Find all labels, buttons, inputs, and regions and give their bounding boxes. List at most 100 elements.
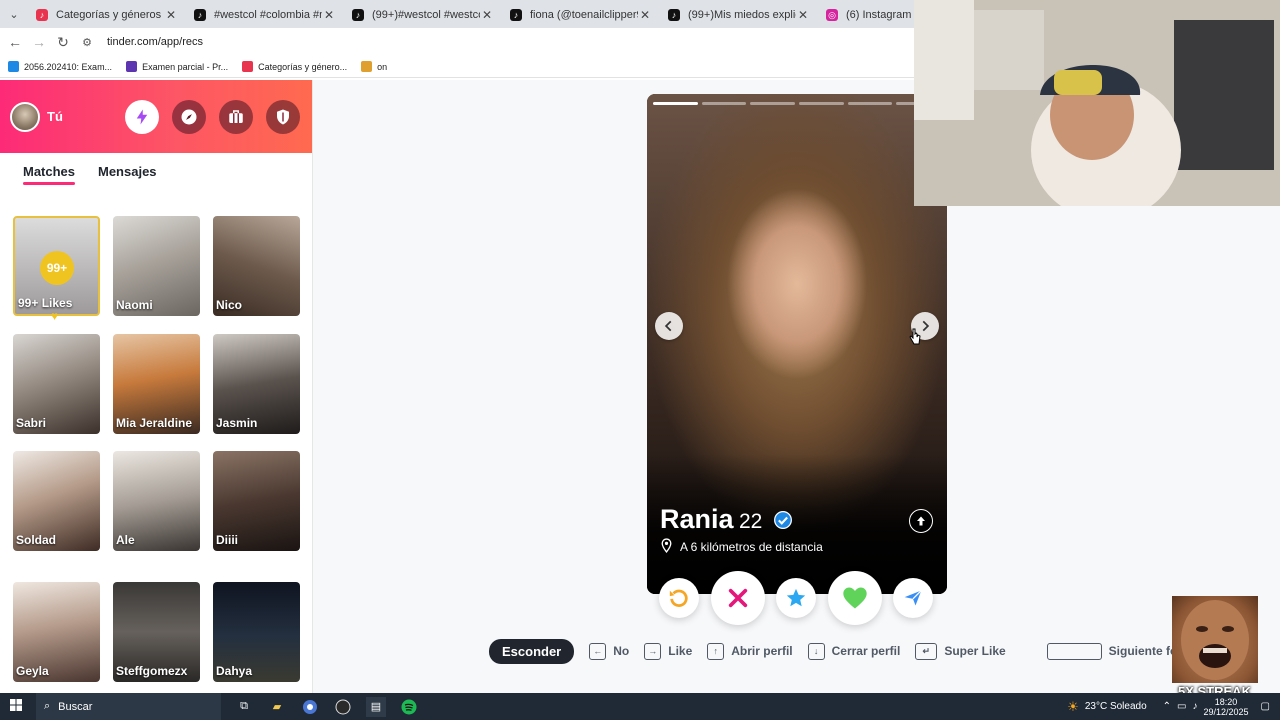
browser-tab[interactable]: ♪ Categorías y géneros musicales ✕ <box>28 2 186 28</box>
shortcut-label: Abrir perfil <box>731 644 793 658</box>
send-button[interactable] <box>893 578 933 618</box>
tiktok-icon: ♪ <box>36 9 48 21</box>
user-label[interactable]: Tú <box>47 109 63 124</box>
forward-arrow-icon[interactable]: → <box>27 34 51 50</box>
bookmark-item[interactable]: Categorías y género... <box>242 61 347 72</box>
verified-icon <box>774 511 792 529</box>
star-icon <box>786 588 806 607</box>
close-tab-icon[interactable]: ✕ <box>638 8 652 22</box>
open-profile-button[interactable] <box>909 509 933 533</box>
sidebar-tabs: Matches Mensajes <box>0 164 313 185</box>
match-name: Mia Jeraldine <box>116 416 193 430</box>
nope-button[interactable] <box>711 571 765 625</box>
arrow-right-key-icon: → <box>644 642 662 660</box>
volume-icon[interactable]: ♪ <box>1193 701 1198 712</box>
bookmark-item[interactable]: Examen parcial - Pr... <box>126 61 228 72</box>
match-card[interactable]: Dahya <box>213 582 300 682</box>
rewind-button[interactable] <box>659 578 699 618</box>
browser-tab[interactable]: ♪ (99+)#westcol #westcoltiktoke ✕ <box>344 2 502 28</box>
like-button[interactable] <box>828 571 882 625</box>
avatar[interactable] <box>10 101 40 132</box>
previous-photo-button[interactable] <box>655 312 683 340</box>
windows-start-icon[interactable] <box>10 699 22 714</box>
browser-tab[interactable]: ♪ #westcol #colombia #ness | Tik ✕ <box>186 2 344 28</box>
browser-tab[interactable]: ♪ (99+)Mis miedos explicados a ✕ <box>660 2 818 28</box>
spacebar-key-icon <box>1046 642 1102 660</box>
match-card[interactable]: Ale <box>113 451 200 551</box>
arrow-up-icon <box>917 516 925 526</box>
taskbar-search-label: Buscar <box>58 700 93 713</box>
photo-indicator[interactable] <box>847 102 893 105</box>
profile-distance: A 6 kilómetros de distancia <box>680 540 823 554</box>
close-tab-icon[interactable]: ✕ <box>322 8 336 22</box>
chrome-icon[interactable] <box>300 697 320 717</box>
boost-button[interactable] <box>125 100 159 134</box>
match-card[interactable]: Nico <box>213 216 300 316</box>
match-card[interactable]: Jasmin <box>213 334 300 434</box>
close-tab-icon[interactable]: ✕ <box>164 8 178 22</box>
notifications-icon[interactable]: ▢ <box>1261 701 1270 712</box>
match-card[interactable]: Naomi <box>113 216 200 316</box>
tiktok-icon: ♪ <box>352 9 364 21</box>
work-button[interactable] <box>219 100 253 134</box>
shortcut-open-profile: ↑ Abrir perfil <box>707 642 793 660</box>
sidebar-header: Tú <box>0 80 312 153</box>
safety-button[interactable] <box>266 100 300 134</box>
profile-card[interactable]: Rania 22 A 6 kilómetros de distancia <box>647 94 947 594</box>
match-card[interactable]: Sabri <box>13 334 100 434</box>
tab-title: (99+)Mis miedos explicados a <box>688 9 796 21</box>
photo-indicator[interactable] <box>799 102 844 105</box>
face-image <box>1181 600 1249 680</box>
close-tab-icon[interactable]: ✕ <box>796 8 810 22</box>
match-name: Nico <box>216 298 243 312</box>
bookmark-label: Examen parcial - Pr... <box>142 61 229 72</box>
obs-icon[interactable] <box>333 697 353 717</box>
match-name: Soldad <box>16 533 57 547</box>
weather-text[interactable]: 23°C Soleado <box>1085 701 1147 712</box>
reload-icon[interactable]: ↻ <box>51 34 75 51</box>
bookmark-icon <box>242 61 254 72</box>
bookmark-item[interactable]: on <box>361 61 387 72</box>
clock-date: 29/12/2025 <box>1203 706 1249 717</box>
match-name: Jasmin <box>216 416 258 430</box>
photo-indicator[interactable] <box>653 102 698 105</box>
match-card[interactable]: Diiii <box>213 451 300 551</box>
shortcut-label: Cerrar perfil <box>831 644 901 658</box>
spotify-icon[interactable] <box>399 697 419 717</box>
match-card[interactable]: Geyla <box>13 582 100 682</box>
tab-title: Categorías y géneros musicales <box>56 9 164 21</box>
photo-indicator[interactable] <box>701 102 747 105</box>
file-explorer-icon[interactable]: ▰ <box>267 697 287 717</box>
chevron-up-icon[interactable]: ⌃ <box>1163 701 1171 712</box>
match-name: Geyla <box>16 664 49 678</box>
match-card[interactable]: Soldad <box>13 451 100 551</box>
arrow-down-key-icon: ↓ <box>807 642 825 660</box>
likes-card[interactable]: 99+ 99+ Likes <box>13 216 100 316</box>
close-tab-icon[interactable]: ✕ <box>480 8 494 22</box>
match-card[interactable]: Mia Jeraldine <box>113 334 200 434</box>
clock[interactable]: 18:20 29/12/2025 <box>1204 697 1249 717</box>
bookmark-item[interactable]: 2056.202410: Exam... <box>8 61 112 72</box>
shortcut-close-profile: ↓ Cerrar perfil <box>807 642 901 660</box>
network-icon[interactable]: ▭ <box>1177 701 1186 712</box>
photo-indicator[interactable] <box>750 102 796 105</box>
task-view-icon[interactable]: ⧉ <box>234 697 254 717</box>
browser-tab[interactable]: ♪ fiona (@toenailclipper9696) | T ✕ <box>502 2 660 28</box>
briefcase-icon <box>229 110 243 123</box>
instagram-icon: ◎ <box>826 9 838 21</box>
system-tray: ☀ 23°C Soleado ⌃ ▭ ♪ 18:20 29/12/2025 ▢ <box>1067 693 1280 720</box>
hide-button[interactable]: Esconder <box>489 638 575 664</box>
heart-icon <box>843 587 867 609</box>
tab-list-dropdown-icon[interactable]: ⌄ <box>0 0 28 28</box>
tab-messages[interactable]: Mensajes <box>98 164 157 179</box>
tab-matches[interactable]: Matches <box>23 164 76 185</box>
taskbar: ⌕ Buscar ⧉ ▰ ▤ ☀ 23°C Soleado ⌃ ▭ ♪ 18:2… <box>0 693 1280 720</box>
site-settings-icon[interactable]: ⚙ <box>75 36 99 49</box>
taskbar-search[interactable]: ⌕ Buscar <box>36 693 221 720</box>
explore-button[interactable] <box>172 100 206 134</box>
match-card[interactable]: Steffgomezx <box>113 582 200 682</box>
url-field[interactable]: tinder.com/app/recs <box>107 36 203 48</box>
back-arrow-icon[interactable]: ← <box>3 34 27 50</box>
super-like-button[interactable] <box>776 578 816 618</box>
notepad-icon[interactable]: ▤ <box>366 696 386 717</box>
